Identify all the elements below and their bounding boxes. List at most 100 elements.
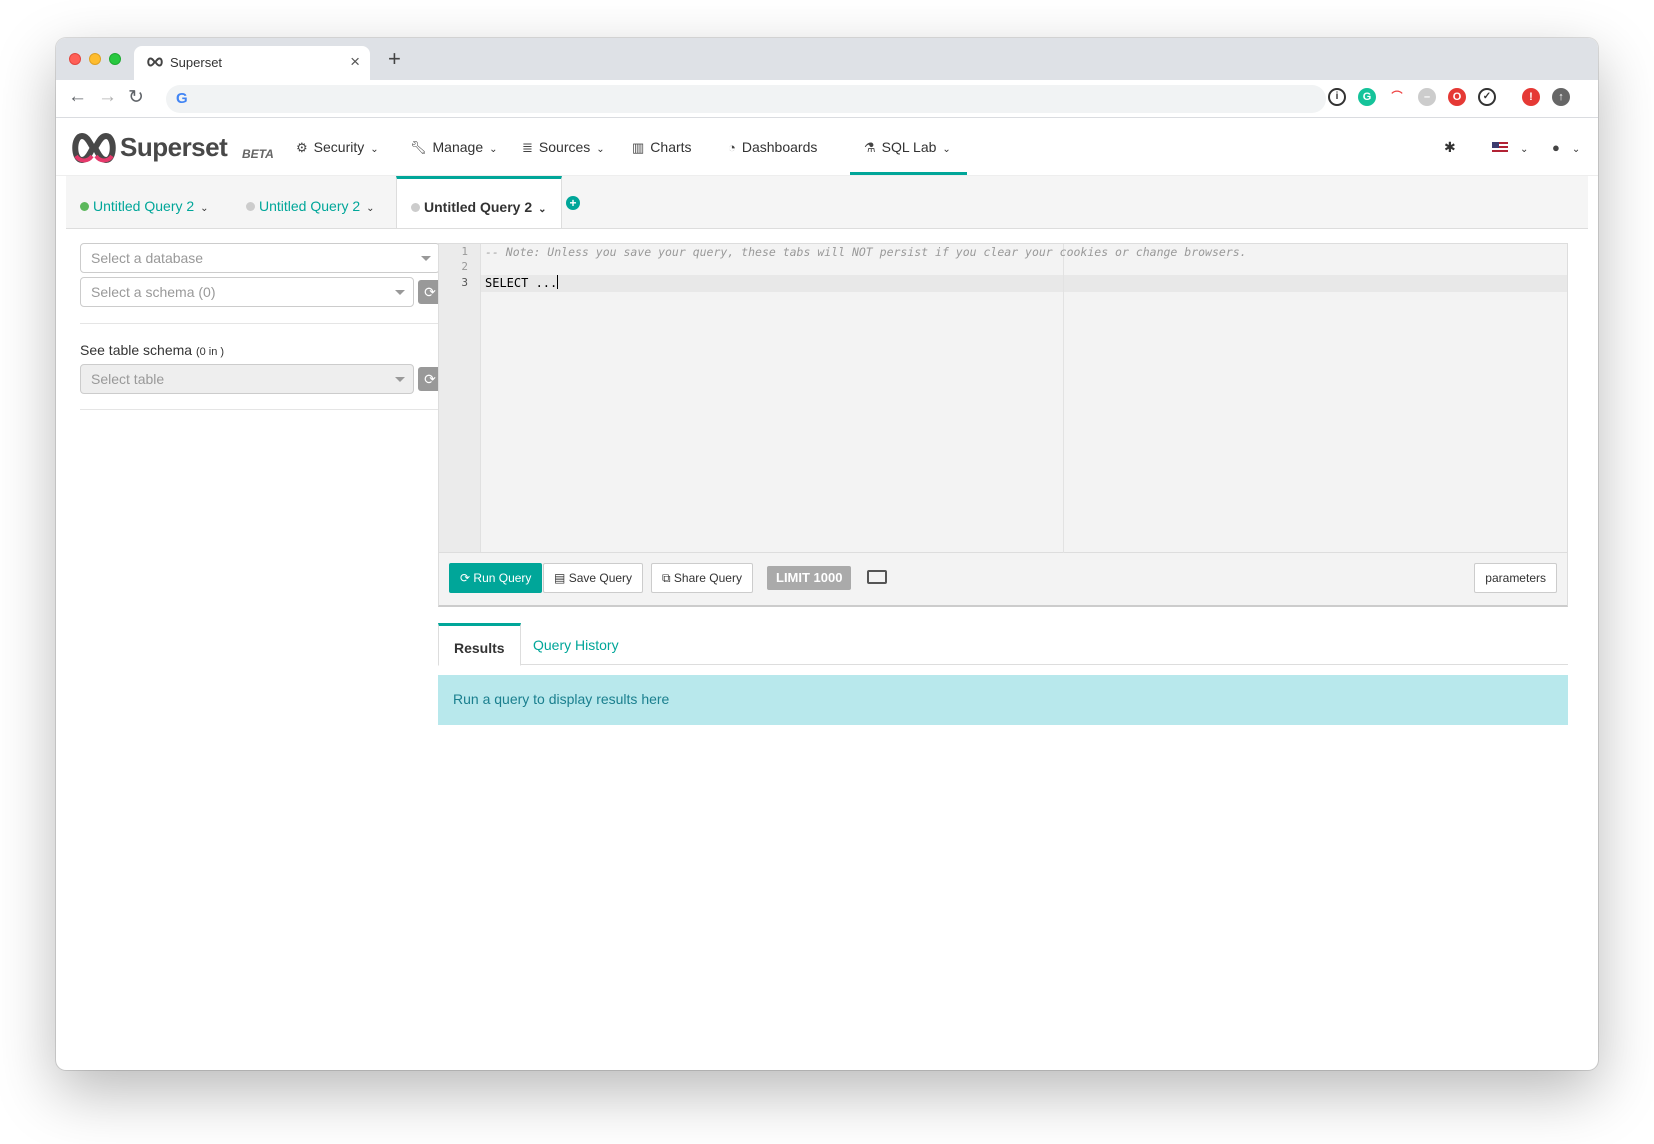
menu-sql-lab[interactable]: ⚗ SQL Lab ⌄ [864,139,951,156]
browser-tab[interactable]: Superset × [134,46,370,80]
table-schema-label: See table schema (0 in ) [80,342,224,358]
share-query-button[interactable]: ⧉ Share Query [651,563,753,593]
editor-line: -- Note: Unless you save your query, the… [485,245,1247,259]
profile-avatar-icon[interactable]: ! [1522,88,1540,106]
chevron-down-icon: ⌄ [489,144,498,155]
limit-badge[interactable]: LIMIT 1000 [767,566,852,590]
maximize-window-button[interactable] [109,53,121,65]
tab-results[interactable]: Results [438,623,521,666]
menu-security[interactable]: ⚙ Security ⌄ [296,139,379,156]
flask-icon: ⚗ [864,140,876,155]
chevron-down-icon: ⌄ [538,204,547,215]
chevron-down-icon: ⌄ [942,144,951,155]
editor-toolbar: ⟳ Run Query ▤ Save Query ⧉ Share Query L… [438,553,1568,607]
editor-line-cursor: SELECT ... [485,275,559,290]
query-tab[interactable]: Untitled Query 2 ⌄ [80,176,209,228]
browser-toolbar: ← → ↻ G i G ⌒ – O ✓ ! ↑ [56,80,1598,118]
superset-logo-icon [72,132,116,164]
blocked-extension-icon[interactable]: – [1418,88,1436,106]
database-icon: ≣ [522,140,533,155]
cogs-icon: ⚙ [296,140,308,155]
chevron-down-icon: ⌄ [366,203,375,214]
query-tab-label: Untitled Query 2 [93,198,195,214]
results-empty-alert: Run a query to display results here [438,675,1568,725]
menu-manage[interactable]: 🔧︎ Manage ⌄ [410,139,498,156]
line-number: 3 [461,276,468,289]
password-manager-icon[interactable]: i [1328,88,1346,106]
run-query-button[interactable]: ⟳ Run Query [449,563,543,593]
rainbow-extension-icon[interactable]: ⌒ [1388,88,1406,106]
google-icon: G [176,90,188,107]
menu-manage-label: Manage [432,139,484,155]
user-menu[interactable]: ● ⌄ [1552,139,1580,155]
schema-select-placeholder: Select a schema (0) [91,284,216,300]
chevron-down-icon: ⌄ [200,203,209,214]
query-tab-label: Untitled Query 2 [259,198,361,214]
sql-editor[interactable]: 1 2 3 -- Note: Unless you save your quer… [438,243,1568,554]
status-dot-icon [80,202,89,211]
menu-sources[interactable]: ≣ Sources ⌄ [522,139,605,156]
beta-label: BETA [242,147,274,161]
menu-dashboards-label: Dashboards [741,139,818,155]
menu-security-label: Security [313,139,365,155]
superset-navbar: Superset BETA ⚙ Security ⌄ 🔧︎ Manage ⌄ ≣ Sour… [56,118,1598,176]
menu-sources-label: Sources [538,139,591,155]
tab-query-history[interactable]: Query History [518,623,634,665]
share-query-label: Share Query [673,571,742,585]
menu-charts[interactable]: ▥ Charts [632,139,692,156]
active-menu-indicator [850,172,967,175]
dashboard-icon: ◔ [728,140,736,155]
chevron-down-icon: ⌄ [1520,144,1529,155]
save-query-label: Save Query [568,571,633,585]
caret-down-icon [395,290,405,295]
chevron-down-icon: ⌄ [596,144,605,155]
reload-icon[interactable]: ↻ [128,86,144,109]
save-query-button[interactable]: ▤ Save Query [543,563,644,593]
caret-down-icon [395,377,405,382]
forward-arrow-icon[interactable]: → [98,86,117,108]
run-query-label: Run Query [473,571,532,585]
schema-select[interactable]: Select a schema (0) [80,277,414,307]
table-schema-count: (0 in ) [195,346,225,358]
status-dot-icon [246,202,255,211]
user-icon: ● [1552,140,1560,155]
language-selector[interactable]: ⌄ [1492,139,1528,155]
query-tab[interactable]: Untitled Query 2 ⌄ [246,176,375,228]
table-select-placeholder: Select table [91,371,165,387]
brand-name: Superset [120,132,228,162]
shield-check-icon[interactable]: ✓ [1478,88,1496,106]
close-window-button[interactable] [69,53,81,65]
menu-dashboards[interactable]: ◔ Dashboards [728,139,817,155]
opera-extension-icon[interactable]: O [1448,88,1466,106]
browser-window: Superset × + ← → ↻ G i G ⌒ – O ✓ ! ↑ Sup… [56,38,1598,1070]
grammarly-icon[interactable]: G [1358,88,1376,106]
table-schema-text: See table schema [80,342,193,358]
address-input[interactable] [196,89,1296,109]
back-arrow-icon[interactable]: ← [68,86,87,108]
menu-sql-lab-label: SQL Lab [881,139,937,155]
line-number: 2 [461,260,468,273]
refresh-icon: ⟳ [460,571,471,585]
database-select[interactable]: Select a database [80,243,440,273]
browser-tab-title: Superset [170,55,223,70]
query-tab-active[interactable]: Untitled Query 2 ⌄ [396,176,562,230]
address-bar[interactable]: G [166,85,1326,113]
sqllab-content: Select a database Select a schema (0) ⟳ … [66,229,1588,1070]
menu-charts-label: Charts [650,139,692,155]
chevron-down-icon: ⌄ [1571,144,1581,155]
query-tab-label: Untitled Query 2 [424,199,533,215]
add-query-tab-icon[interactable]: + [566,196,580,210]
close-tab-icon[interactable]: × [350,52,360,72]
update-icon[interactable]: ↑ [1552,88,1570,106]
table-select[interactable]: Select table [80,364,414,394]
parameters-button[interactable]: parameters [1474,563,1557,593]
new-tab-button[interactable]: + [388,46,401,72]
keyboard-shortcuts-icon[interactable] [867,570,887,584]
database-select-placeholder: Select a database [91,250,204,266]
bug-icon[interactable]: ✱ [1444,139,1456,156]
text-caret [557,275,559,289]
bar-chart-icon: ▥ [632,140,645,155]
minimize-window-button[interactable] [89,53,101,65]
editor-gutter: 1 2 3 [439,244,481,552]
us-flag-icon [1492,142,1508,153]
